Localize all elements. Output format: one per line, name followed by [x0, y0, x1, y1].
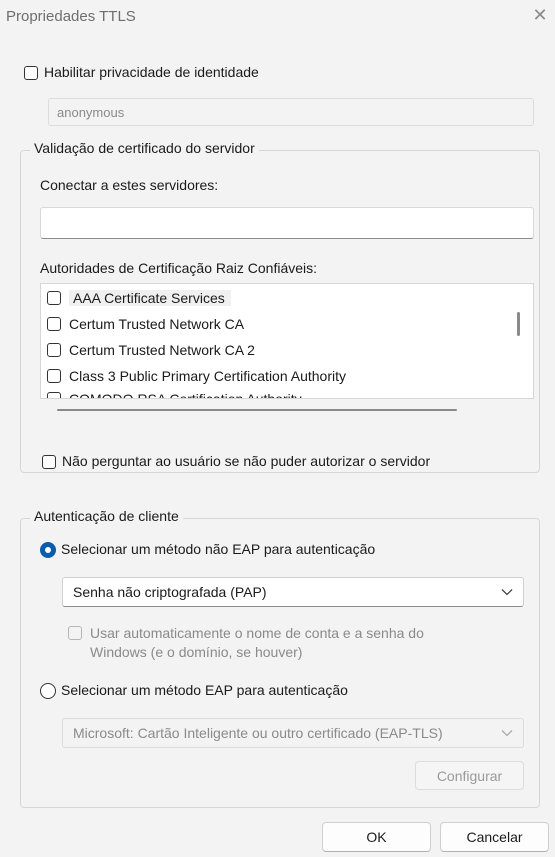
cancel-button[interactable]: Cancelar [440, 822, 549, 852]
chevron-down-icon [501, 589, 513, 596]
close-button[interactable]: ✕ [529, 4, 551, 26]
dont-prompt-checkbox[interactable] [42, 455, 56, 469]
auto-windows-checkbox[interactable] [68, 626, 82, 640]
ca-item-label: Class 3 Public Primary Certification Aut… [69, 368, 346, 384]
non-eap-method-value: Senha não criptografada (PAP) [73, 584, 267, 600]
ca-item-checkbox[interactable] [47, 392, 61, 398]
ca-item-checkbox[interactable] [47, 343, 61, 357]
identity-privacy-checkbox[interactable] [24, 66, 38, 80]
client-auth-legend: Autenticação de cliente [30, 508, 183, 524]
identity-privacy-label[interactable]: Habilitar privacidade de identidade [44, 64, 259, 80]
ca-item-label: AAA Certificate Services [69, 290, 231, 306]
identity-privacy-value: anonymous [57, 105, 125, 120]
window-title: Propriedades TTLS [6, 8, 136, 25]
list-item[interactable]: Certum Trusted Network CA 2 [47, 338, 255, 362]
ca-list-vertical-scrollbar[interactable] [517, 312, 520, 336]
chevron-down-icon [501, 730, 513, 737]
auto-windows-label-line1: Usar automaticamente o nome de conta e a… [90, 625, 424, 641]
eap-radio[interactable] [40, 683, 56, 699]
non-eap-radio[interactable] [40, 542, 56, 558]
connect-servers-label: Conectar a estes servidores: [40, 177, 219, 193]
ca-item-label: Certum Trusted Network CA [69, 316, 245, 332]
eap-method-value: Microsoft: Cartão Inteligente ou outro c… [73, 725, 443, 741]
connect-servers-input[interactable] [40, 207, 534, 239]
server-validation-legend: Validação de certificado do servidor [30, 140, 259, 156]
close-icon: ✕ [532, 4, 548, 25]
list-item[interactable]: COMODO RSA Certification Authority [47, 387, 302, 399]
eap-label[interactable]: Selecionar um método EAP para autenticaç… [61, 682, 348, 698]
ca-item-label: COMODO RSA Certification Authority [69, 391, 302, 399]
non-eap-label[interactable]: Selecionar um método não EAP para autent… [61, 541, 375, 557]
list-item[interactable]: AAA Certificate Services [47, 286, 231, 310]
ca-list-label: Autoridades de Certificação Raiz Confiáv… [40, 260, 318, 276]
configure-button[interactable]: Configurar [415, 761, 524, 790]
ca-list[interactable]: AAA Certificate Services Certum Trusted … [40, 283, 534, 399]
ok-button[interactable]: OK [322, 822, 431, 852]
ca-item-checkbox[interactable] [47, 369, 61, 383]
auto-windows-label-line2: Windows (e o domínio, se houver) [90, 644, 303, 660]
identity-privacy-input[interactable]: anonymous [48, 98, 534, 126]
ca-list-horizontal-scrollbar-thumb[interactable] [57, 409, 457, 411]
eap-method-select[interactable]: Microsoft: Cartão Inteligente ou outro c… [62, 718, 524, 748]
dont-prompt-label[interactable]: Não perguntar ao usuário se não puder au… [62, 453, 430, 469]
list-item[interactable]: Class 3 Public Primary Certification Aut… [47, 364, 346, 388]
ca-item-checkbox[interactable] [47, 291, 61, 305]
ca-item-label: Certum Trusted Network CA 2 [69, 342, 255, 358]
auto-windows-label: Usar automaticamente o nome de conta e a… [90, 624, 424, 662]
list-item[interactable]: Certum Trusted Network CA [47, 312, 244, 336]
ca-item-checkbox[interactable] [47, 317, 61, 331]
non-eap-method-select[interactable]: Senha não criptografada (PAP) [62, 577, 524, 607]
